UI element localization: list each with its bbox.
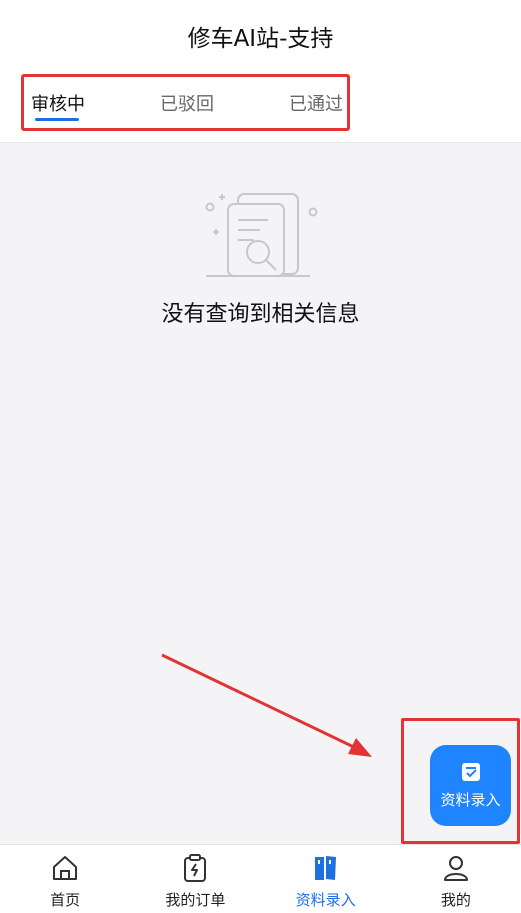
nav-mine-label: 我的 xyxy=(440,891,471,909)
home-icon xyxy=(53,856,78,880)
annotation-box-tabs xyxy=(21,74,350,131)
user-icon xyxy=(443,856,468,881)
clipboard-icon xyxy=(184,854,207,882)
document-search-icon xyxy=(205,193,318,277)
books-icon xyxy=(314,856,336,880)
empty-state-message: 没有查询到相关信息 xyxy=(161,302,360,327)
app-header: 修车AI站-支持 xyxy=(0,0,521,72)
annotation-box-fab xyxy=(401,718,520,844)
nav-data-entry[interactable]: 资料录入 xyxy=(261,845,391,913)
page-title: 修车AI站-支持 xyxy=(187,26,334,52)
nav-my-orders[interactable]: 我的订单 xyxy=(130,845,260,913)
nav-data-entry-label: 资料录入 xyxy=(295,891,356,909)
nav-my-orders-label: 我的订单 xyxy=(165,891,226,909)
nav-mine[interactable]: 我的 xyxy=(391,845,521,913)
nav-home-label: 首页 xyxy=(50,891,81,909)
nav-home[interactable]: 首页 xyxy=(0,845,130,913)
bottom-nav: 首页 我的订单 资料录入 我的 xyxy=(0,844,521,913)
